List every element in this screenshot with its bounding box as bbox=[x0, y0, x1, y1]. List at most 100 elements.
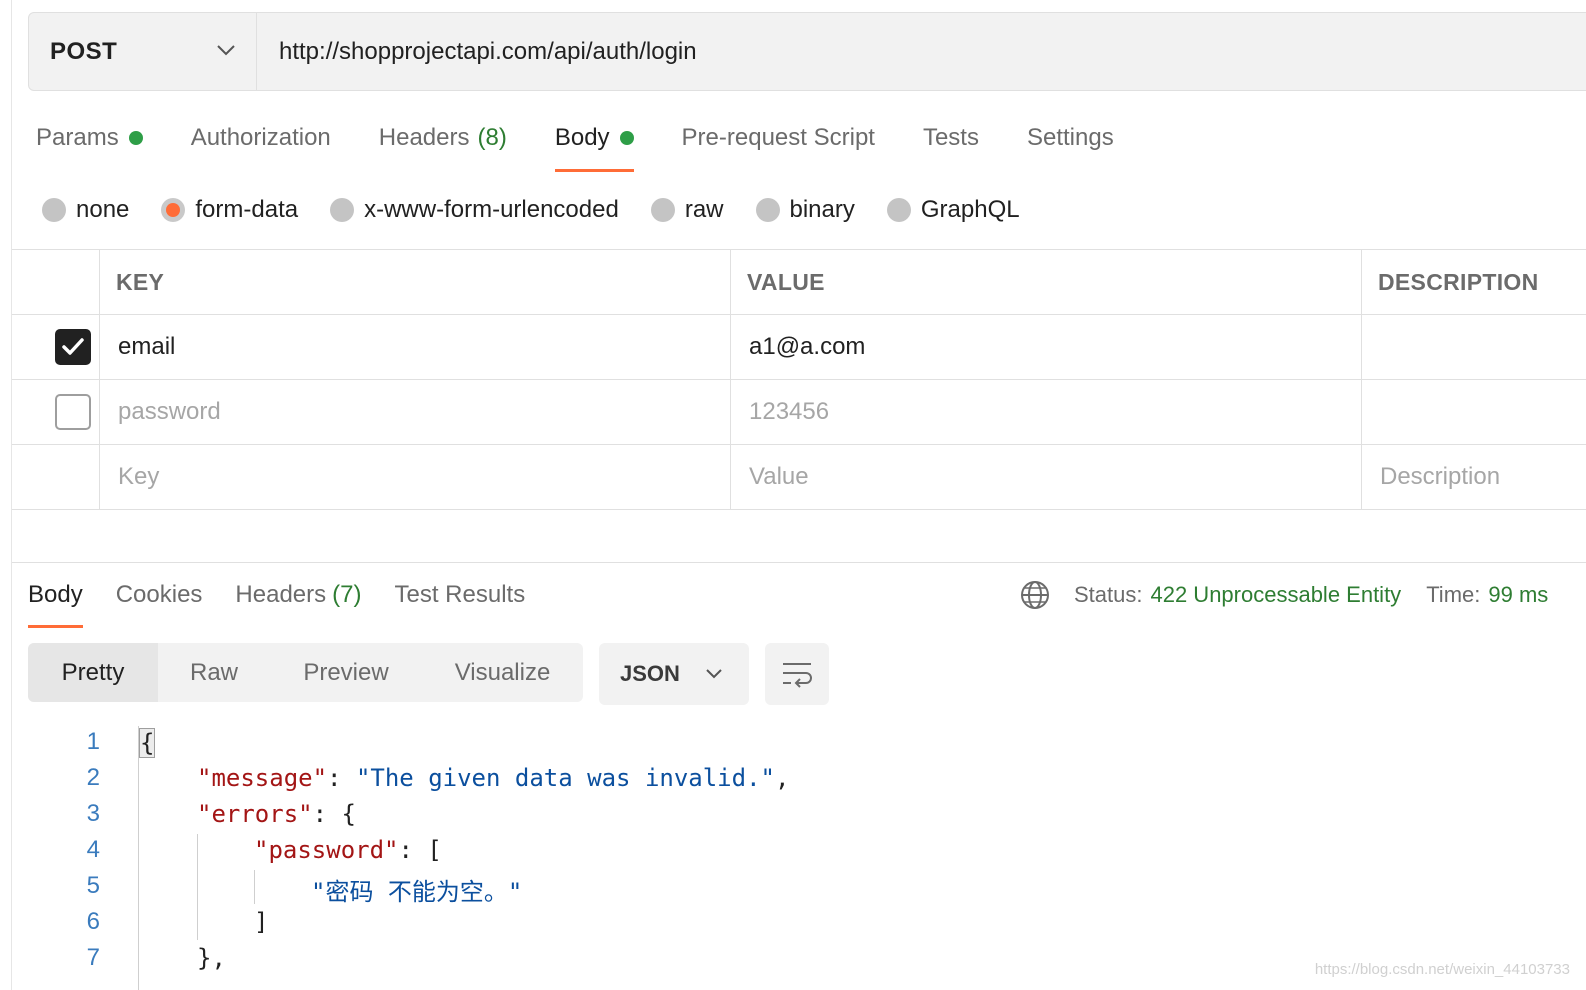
radio-label: raw bbox=[684, 196, 724, 223]
tab-params[interactable]: Params bbox=[36, 118, 143, 172]
row-checkbox-cell bbox=[12, 380, 100, 444]
tab-tests[interactable]: Tests bbox=[923, 118, 979, 172]
line-number: 5 bbox=[86, 872, 100, 899]
json-punct: : { bbox=[312, 800, 356, 828]
radio-label: GraphQL bbox=[920, 196, 1020, 223]
json-string: "The given data was invalid." bbox=[355, 764, 775, 792]
radio-button[interactable] bbox=[650, 198, 675, 222]
radio-button[interactable] bbox=[42, 198, 66, 222]
row-value[interactable]: a1@a.com bbox=[731, 315, 1362, 379]
json-punct: : [ bbox=[398, 836, 442, 864]
view-pretty-button[interactable]: Pretty bbox=[28, 643, 158, 702]
line-number: 2 bbox=[86, 764, 100, 791]
code-line: 5 "密码 不能为空。" bbox=[0, 872, 1586, 908]
radio-form-data[interactable]: form-data bbox=[161, 196, 298, 224]
radio-button[interactable] bbox=[330, 198, 355, 222]
header-checkbox-cell bbox=[12, 250, 100, 314]
tab-label: Headers bbox=[235, 581, 327, 608]
row-checkbox[interactable] bbox=[55, 394, 91, 430]
tab-label: Headers bbox=[378, 124, 470, 151]
row-checkbox-cell bbox=[12, 315, 100, 379]
response-divider[interactable] bbox=[12, 562, 1586, 563]
json-string: "密码 不能为空。" bbox=[311, 878, 523, 906]
tab-body[interactable]: Body bbox=[554, 118, 634, 172]
view-preview-button[interactable]: Preview bbox=[270, 643, 422, 702]
chevron-down-icon bbox=[217, 45, 235, 56]
table-new-row: Key Value Description bbox=[12, 445, 1586, 510]
code-line: 3 "errors": { bbox=[0, 800, 1586, 836]
json-key: "password" bbox=[254, 836, 399, 864]
radio-button[interactable] bbox=[161, 198, 186, 222]
tab-label: Cookies bbox=[115, 581, 203, 608]
url-input[interactable]: http://shopprojectapi.com/api/auth/login bbox=[257, 13, 697, 90]
view-visualize-button[interactable]: Visualize bbox=[422, 643, 583, 702]
key-placeholder-input[interactable]: Key bbox=[100, 445, 731, 509]
tab-settings[interactable]: Settings bbox=[1027, 118, 1114, 172]
format-select[interactable]: JSON bbox=[599, 643, 749, 705]
chevron-down-icon bbox=[706, 669, 722, 679]
wrap-lines-button[interactable] bbox=[765, 643, 829, 705]
header-value: VALUE bbox=[731, 250, 1362, 314]
radio-label: none bbox=[76, 196, 130, 223]
row-description[interactable] bbox=[1362, 315, 1586, 379]
response-status: Status: 422 Unprocessable Entity Time: 9… bbox=[1020, 580, 1573, 610]
method-select[interactable]: POST bbox=[29, 13, 257, 90]
url-bar: POST http://shopprojectapi.com/api/auth/… bbox=[28, 12, 1586, 91]
radio-binary[interactable]: binary bbox=[755, 196, 855, 224]
tab-label: Pre-request Script bbox=[681, 124, 875, 151]
radio-graphql[interactable]: GraphQL bbox=[886, 196, 1020, 224]
table-row: email a1@a.com bbox=[12, 315, 1586, 380]
row-checkbox-cell bbox=[12, 445, 100, 509]
tab-label: Body bbox=[554, 124, 610, 151]
json-punct: }, bbox=[197, 944, 226, 972]
row-description[interactable] bbox=[1362, 380, 1586, 444]
radio-none[interactable]: none bbox=[42, 196, 129, 224]
tab-headers[interactable]: Headers (8) bbox=[379, 118, 507, 172]
headers-count: (8) bbox=[477, 124, 507, 151]
time-value[interactable]: 99 ms bbox=[1488, 582, 1548, 608]
tab-authorization[interactable]: Authorization bbox=[191, 118, 331, 172]
tab-test-results[interactable]: Test Results bbox=[394, 576, 525, 628]
tab-label: Test Results bbox=[394, 581, 526, 608]
tab-response-body[interactable]: Body bbox=[28, 576, 83, 628]
row-key[interactable]: email bbox=[100, 315, 731, 379]
line-number: 3 bbox=[86, 800, 100, 827]
view-mode-switcher: Pretty Raw Preview Visualize bbox=[28, 643, 583, 702]
method-label: POST bbox=[50, 37, 118, 65]
json-key: "message" bbox=[197, 764, 328, 792]
header-description: DESCRIPTION bbox=[1378, 268, 1539, 295]
row-value[interactable]: 123456 bbox=[731, 380, 1362, 444]
json-punct: : bbox=[327, 764, 356, 792]
radio-x-www-form-urlencoded[interactable]: x-www-form-urlencoded bbox=[330, 196, 619, 224]
line-number: 1 bbox=[86, 728, 100, 755]
row-key[interactable]: password bbox=[100, 380, 731, 444]
tab-pre-request-script[interactable]: Pre-request Script bbox=[682, 118, 875, 172]
radio-label: form-data bbox=[195, 196, 299, 223]
line-number: 6 bbox=[86, 908, 100, 935]
radio-raw[interactable]: raw bbox=[650, 196, 724, 224]
status-value[interactable]: 422 Unprocessable Entity bbox=[1150, 582, 1401, 608]
active-dot-icon bbox=[619, 131, 634, 145]
wrap-lines-icon bbox=[783, 663, 812, 688]
json-punct: , bbox=[774, 764, 790, 792]
tab-response-headers[interactable]: Headers (7) bbox=[235, 576, 361, 628]
description-placeholder-input[interactable]: Description bbox=[1362, 445, 1586, 509]
tab-label: Authorization bbox=[190, 124, 331, 151]
tab-label: Settings bbox=[1026, 124, 1114, 151]
headers-count: (7) bbox=[332, 581, 362, 608]
value-placeholder-input[interactable]: Value bbox=[731, 445, 1362, 509]
code-line: 2 "message": "The given data was invalid… bbox=[0, 764, 1586, 800]
response-body-viewer[interactable]: 1 { 2 "message": "The given data was inv… bbox=[0, 726, 1586, 990]
view-raw-button[interactable]: Raw bbox=[158, 643, 270, 702]
globe-icon[interactable] bbox=[1020, 580, 1050, 610]
tab-cookies[interactable]: Cookies bbox=[116, 576, 203, 628]
tab-label: Tests bbox=[922, 124, 979, 151]
table-row: password 123456 bbox=[12, 380, 1586, 445]
radio-button[interactable] bbox=[886, 198, 911, 222]
body-type-radios: none form-data x-www-form-urlencoded raw… bbox=[42, 192, 1052, 228]
row-checkbox[interactable] bbox=[55, 329, 91, 365]
radio-label: binary bbox=[789, 196, 855, 223]
radio-button[interactable] bbox=[755, 198, 780, 222]
response-tabs: Body Cookies Headers (7) Test Results bbox=[28, 576, 558, 628]
radio-label: x-www-form-urlencoded bbox=[364, 196, 619, 223]
